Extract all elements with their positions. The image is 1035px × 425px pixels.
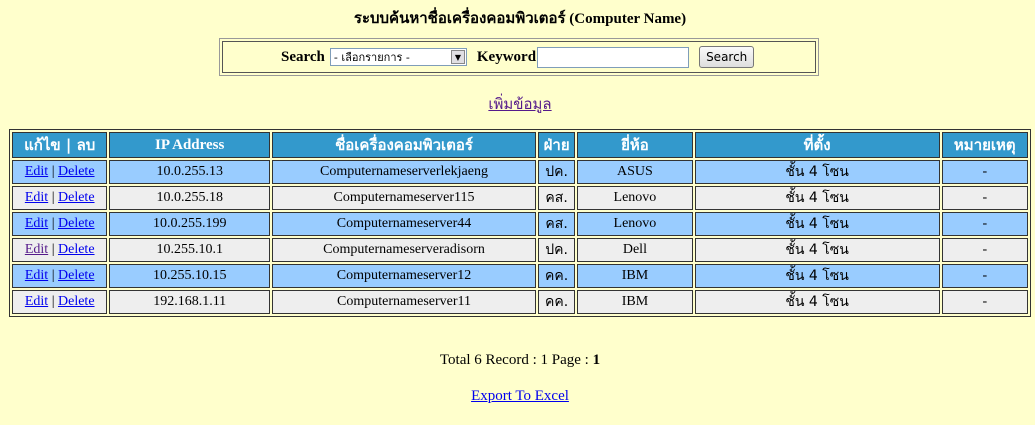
brand-cell: IBM [577,290,693,314]
export-wrap: Export To Excel [0,388,1035,405]
note-cell: - [941,212,1028,236]
computer-name-cell: Computernameserver12 [272,264,537,288]
brand-cell: Dell [577,238,693,262]
department-cell: ปค. [538,160,576,184]
computer-name-cell: Computernameserverlekjaeng [272,160,537,184]
delete-link[interactable]: Delete [58,190,95,205]
add-data-link[interactable]: เพิ่มข้อมูล [488,95,551,113]
ip-cell: 10.255.10.1 [109,238,270,262]
computer-name-cell: Computernameserveradisorn [272,238,537,262]
delete-link[interactable]: Delete [58,216,95,231]
brand-cell: Lenovo [577,186,693,210]
delete-link[interactable]: Delete [58,164,95,179]
brand-cell: ASUS [577,160,693,184]
brand-cell: Lenovo [577,212,693,236]
note-cell: - [941,264,1028,288]
search-panel: Search - เลือกรายการ - ▼ Keyword Search [219,38,819,76]
action-separator: | [51,268,55,283]
col-header-ip: IP Address [109,132,270,158]
location-cell: ชั้น 4 โซน [694,290,940,314]
location-cell: ชั้น 4 โซน [694,160,940,184]
col-header-computer-name: ชื่อเครื่องคอมพิวเตอร์ [272,132,537,158]
note-cell: - [941,186,1028,210]
location-cell: ชั้น 4 โซน [694,264,940,288]
export-excel-link[interactable]: Export To Excel [471,388,569,404]
note-cell: - [941,290,1028,314]
delete-link[interactable]: Delete [58,242,95,257]
keyword-input[interactable] [537,46,690,68]
table-row: Edit | Delete 10.255.10.15 Computernameser… [12,264,1028,288]
category-select[interactable]: - เลือกรายการ - ▼ [329,48,467,66]
location-cell: ชั้น 4 โซน [694,186,940,210]
action-separator: | [51,190,55,205]
action-separator: | [51,294,55,309]
computer-name-cell: Computernameserver44 [272,212,537,236]
table-row: Edit | Delete 10.0.255.13 Computernameserv… [12,160,1028,184]
col-header-note: หมายเหตุ [941,132,1028,158]
pagination-summary: Total 6 Record : 1 Page : 1 [0,352,1035,369]
delete-link[interactable]: Delete [58,294,95,309]
ip-cell: 192.168.1.11 [109,290,270,314]
note-cell: - [941,238,1028,262]
table-row: Edit | Delete 10.0.255.18 Computernameserv… [12,186,1028,210]
action-cell: Edit | Delete [12,160,108,184]
col-header-department: ฝ่าย [538,132,576,158]
table-row: Edit | Delete 10.0.255.199 Computernameser… [12,212,1028,236]
edit-link[interactable]: Edit [25,294,48,309]
action-cell: Edit | Delete [12,186,108,210]
brand-cell: IBM [577,264,693,288]
action-separator: | [51,242,55,257]
action-cell: Edit | Delete [12,290,108,314]
department-cell: คส. [538,186,576,210]
ip-cell: 10.0.255.199 [109,212,270,236]
chevron-down-icon[interactable]: ▼ [450,50,465,64]
current-page: 1 [592,352,601,368]
edit-link[interactable]: Edit [25,164,48,179]
col-header-brand: ยี่ห้อ [577,132,693,158]
edit-link[interactable]: Edit [25,190,48,205]
action-cell: Edit | Delete [12,238,108,262]
action-cell: Edit | Delete [12,212,108,236]
computer-name-cell: Computernameserver11 [272,290,537,314]
category-select-value: - เลือกรายการ - [333,51,410,64]
computer-name-cell: Computernameserver115 [272,186,537,210]
search-label: Search [281,48,325,65]
note-cell: - [941,160,1028,184]
department-cell: คค. [538,264,576,288]
department-cell: ปค. [538,238,576,262]
table-header-row: แก้ไข | ลบ IP Address ชื่อเครื่องคอมพิวเ… [12,132,1028,158]
table-row: Edit | Delete 10.255.10.1 Computernameserv… [12,238,1028,262]
computer-table: แก้ไข | ลบ IP Address ชื่อเครื่องคอมพิวเ… [9,129,1031,317]
total-text: Total 6 Record : 1 Page : [439,352,593,368]
edit-link[interactable]: Edit [25,216,48,231]
delete-link[interactable]: Delete [58,268,95,283]
action-separator: | [51,164,55,179]
search-button[interactable]: Search [699,46,755,68]
col-header-location: ที่ตั้ง [694,132,940,158]
action-separator: | [51,216,55,231]
department-cell: คค. [538,290,576,314]
ip-cell: 10.0.255.18 [109,186,270,210]
edit-link[interactable]: Edit [25,268,48,283]
col-header-edit-delete: แก้ไข | ลบ [12,132,108,158]
table-row: Edit | Delete 192.168.1.11 Computernameser… [12,290,1028,314]
add-data-link-wrap: เพิ่มข้อมูล [0,92,1035,116]
keyword-label: Keyword [476,48,537,65]
page-title: ระบบค้นหาชื่อเครื่องคอมพิวเตอร์ (Compute… [353,11,687,27]
location-cell: ชั้น 4 โซน [694,212,940,236]
edit-link[interactable]: Edit [25,242,48,257]
ip-cell: 10.255.10.15 [109,264,270,288]
action-cell: Edit | Delete [12,264,108,288]
department-cell: คส. [538,212,576,236]
location-cell: ชั้น 4 โซน [694,238,940,262]
ip-cell: 10.0.255.13 [109,160,270,184]
